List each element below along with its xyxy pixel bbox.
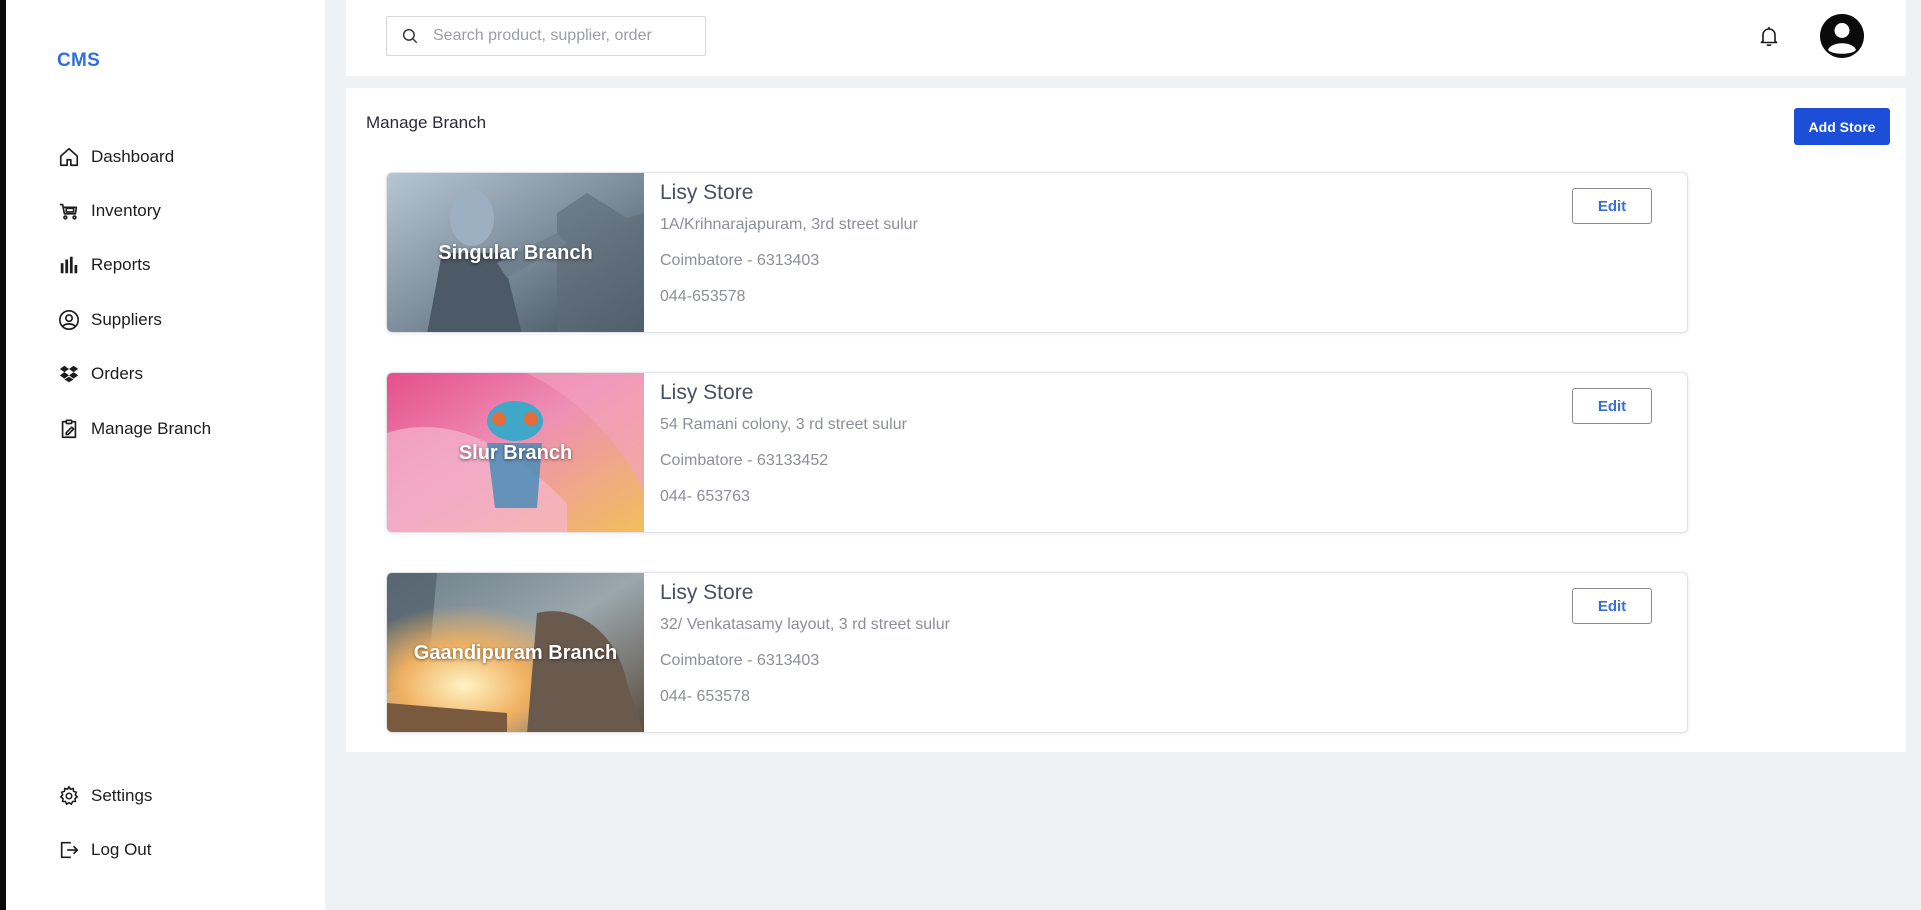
branch-image: Singular Branch bbox=[387, 173, 644, 332]
branch-image: Gaandipuram Branch bbox=[387, 573, 644, 732]
store-info: Lisy Store 1A/Krihnarajapuram, 3rd stree… bbox=[660, 181, 918, 306]
add-store-button[interactable]: Add Store bbox=[1794, 108, 1890, 145]
sidebar: CMS Dashboard Inventory Reports Supplier… bbox=[6, 0, 325, 910]
search-box[interactable] bbox=[386, 16, 706, 56]
store-address: 32/ Venkatasamy layout, 3 rd street sulu… bbox=[660, 616, 950, 633]
home-icon bbox=[57, 145, 81, 169]
store-phone: 044- 653578 bbox=[660, 688, 750, 705]
branch-name: Slur Branch bbox=[458, 442, 573, 464]
branch-name: Gaandipuram Branch bbox=[413, 642, 618, 664]
gear-icon bbox=[57, 784, 81, 808]
store-name: Lisy Store bbox=[660, 381, 754, 404]
sidebar-item-orders[interactable]: Orders bbox=[57, 358, 143, 390]
edit-button[interactable]: Edit bbox=[1572, 588, 1652, 624]
store-info: Lisy Store 32/ Venkatasamy layout, 3 rd … bbox=[660, 581, 950, 706]
sidebar-item-dashboard[interactable]: Dashboard bbox=[57, 141, 174, 173]
sidebar-item-logout[interactable]: Log Out bbox=[57, 834, 152, 866]
sidebar-item-label: Orders bbox=[91, 364, 143, 383]
clipboard-edit-icon bbox=[57, 417, 81, 441]
sidebar-item-label: Inventory bbox=[91, 201, 161, 220]
sidebar-item-inventory[interactable]: Inventory bbox=[57, 195, 161, 227]
bar-chart-icon bbox=[57, 253, 81, 277]
avatar-icon[interactable] bbox=[1820, 14, 1864, 58]
manage-branch-panel: Manage Branch Add Store Singular Branch … bbox=[346, 88, 1906, 752]
dropbox-icon bbox=[57, 362, 81, 386]
store-name: Lisy Store bbox=[660, 181, 754, 204]
store-city: Coimbatore - 63133452 bbox=[660, 452, 829, 469]
store-address: 54 Ramani colony, 3 rd street sulur bbox=[660, 416, 907, 433]
top-bar bbox=[346, 0, 1906, 76]
sidebar-item-reports[interactable]: Reports bbox=[57, 249, 151, 281]
edit-button[interactable]: Edit bbox=[1572, 188, 1652, 224]
page-title: Manage Branch bbox=[366, 113, 487, 132]
store-card: Singular Branch Lisy Store 1A/Krihnaraja… bbox=[386, 172, 1688, 333]
edit-button[interactable]: Edit bbox=[1572, 388, 1652, 424]
store-card: Gaandipuram Branch Lisy Store 32/ Venkat… bbox=[386, 572, 1688, 733]
sidebar-item-settings[interactable]: Settings bbox=[57, 780, 152, 812]
store-address: 1A/Krihnarajapuram, 3rd street sulur bbox=[660, 216, 918, 233]
sidebar-item-label: Manage Branch bbox=[91, 419, 212, 438]
sidebar-item-label: Dashboard bbox=[91, 147, 175, 166]
store-card: Slur Branch Lisy Store 54 Ramani colony,… bbox=[386, 372, 1688, 533]
sidebar-item-label: Reports bbox=[91, 255, 151, 274]
sidebar-item-label: Settings bbox=[91, 786, 153, 805]
store-info: Lisy Store 54 Ramani colony, 3 rd street… bbox=[660, 381, 907, 506]
sidebar-item-label: Log Out bbox=[91, 840, 152, 859]
user-circle-icon bbox=[57, 308, 81, 332]
branch-name: Singular Branch bbox=[438, 242, 593, 264]
store-name: Lisy Store bbox=[660, 581, 754, 604]
search-input[interactable] bbox=[433, 27, 683, 45]
cart-icon bbox=[57, 199, 81, 223]
brand-logo[interactable]: CMS bbox=[57, 50, 100, 72]
store-phone: 044- 653763 bbox=[660, 488, 750, 505]
sidebar-item-suppliers[interactable]: Suppliers bbox=[57, 304, 162, 336]
store-city: Coimbatore - 6313403 bbox=[660, 252, 820, 269]
sidebar-item-manage-branch[interactable]: Manage Branch bbox=[57, 413, 211, 445]
store-phone: 044-653578 bbox=[660, 288, 746, 305]
search-icon bbox=[402, 28, 418, 44]
bell-icon[interactable] bbox=[1757, 24, 1781, 48]
sidebar-item-label: Suppliers bbox=[91, 310, 162, 329]
branch-image: Slur Branch bbox=[387, 373, 644, 532]
logout-icon bbox=[57, 838, 81, 862]
store-city: Coimbatore - 6313403 bbox=[660, 652, 820, 669]
